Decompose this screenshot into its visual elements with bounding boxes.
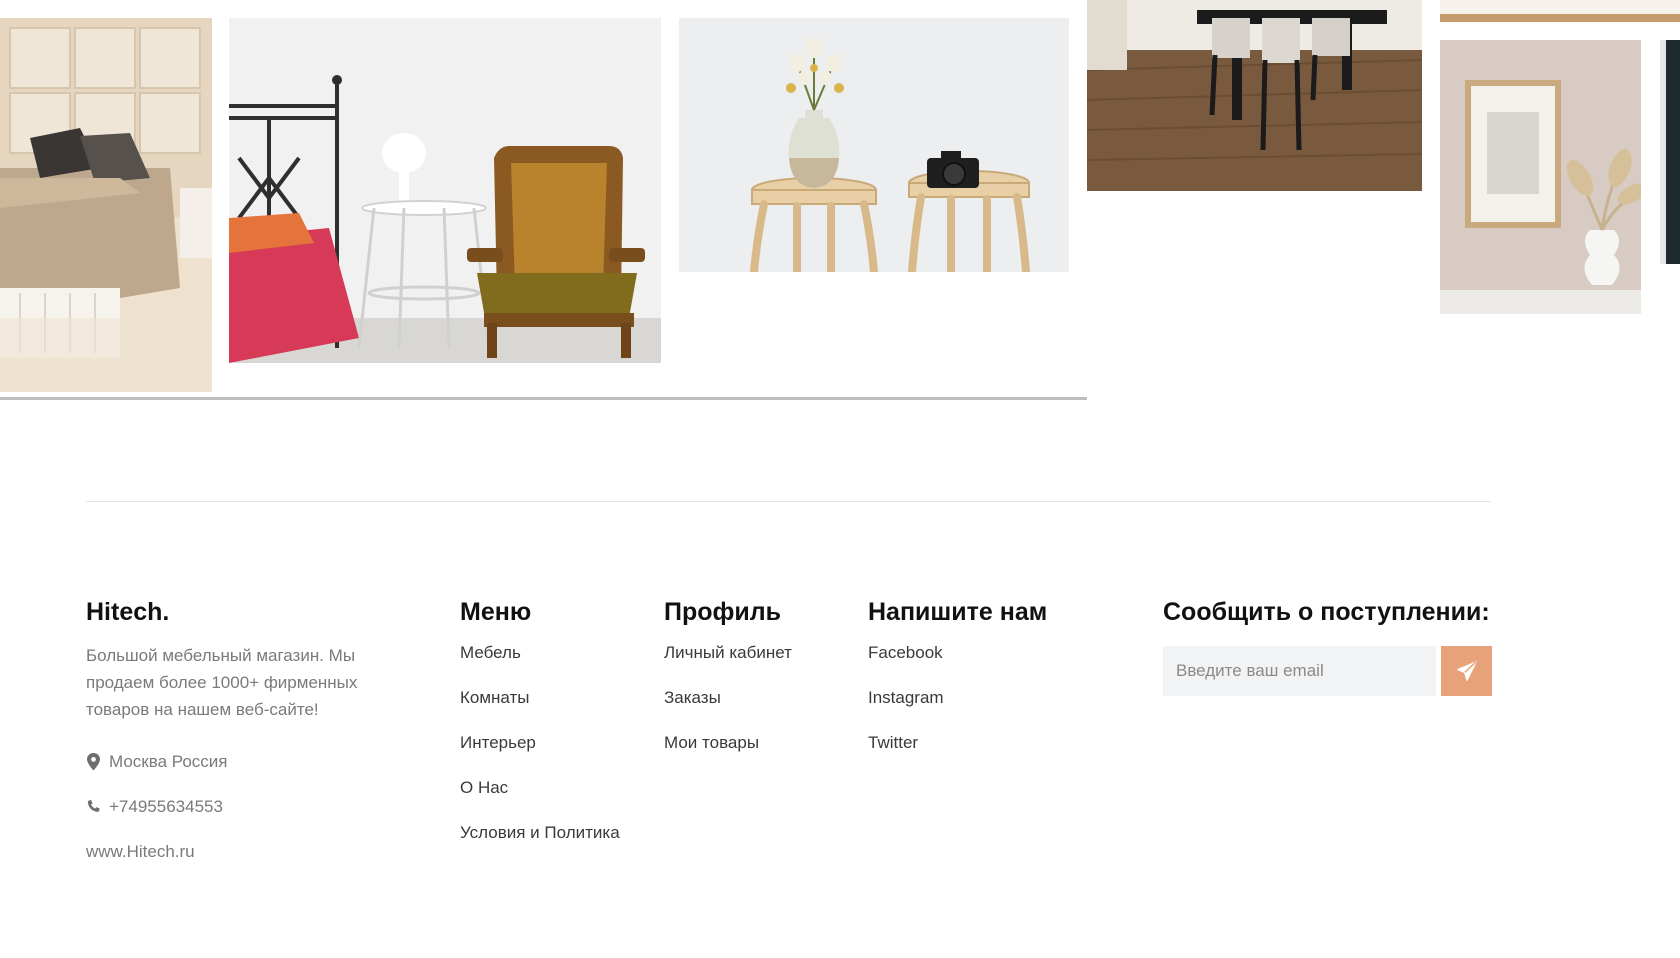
website-link[interactable]: www.Hitech.ru bbox=[86, 842, 195, 862]
website-row[interactable]: www.Hitech.ru bbox=[86, 829, 386, 874]
profile-heading: Профиль bbox=[664, 598, 782, 626]
phone-row[interactable]: +74955634553 bbox=[86, 784, 386, 829]
subscribe-form bbox=[1163, 646, 1493, 696]
menu-link-about[interactable]: О Нас bbox=[460, 777, 660, 822]
armchair-photo[interactable] bbox=[229, 18, 661, 363]
contact-links: Facebook Instagram Twitter bbox=[868, 642, 1128, 777]
contact-link-facebook[interactable]: Facebook bbox=[868, 642, 1128, 687]
map-pin-icon bbox=[87, 752, 100, 770]
menu-link-rooms[interactable]: Комнаты bbox=[460, 687, 660, 732]
gallery-scroll-divider bbox=[0, 397, 1087, 400]
contact-link-twitter[interactable]: Twitter bbox=[868, 732, 1128, 777]
brand-title: Hitech. bbox=[86, 598, 170, 626]
phone-text[interactable]: +74955634553 bbox=[109, 797, 223, 817]
footer-subscribe-column: Сообщить о поступлении: bbox=[1163, 596, 1493, 696]
brand-description: Большой мебельный магазин. Мы продаем бо… bbox=[86, 646, 358, 719]
footer-contact-column: Напишите нам Facebook Instagram Twitter bbox=[868, 596, 1128, 777]
footer-brand-column: Hitech. Большой мебельный магазин. Мы пр… bbox=[86, 596, 386, 874]
photo-edge-strip bbox=[1440, 0, 1680, 22]
stools-photo[interactable] bbox=[679, 18, 1069, 272]
menu-link-interior[interactable]: Интерьер bbox=[460, 732, 660, 777]
profile-link-account[interactable]: Личный кабинет bbox=[664, 642, 864, 687]
frame-photo[interactable] bbox=[1440, 40, 1641, 314]
email-input[interactable] bbox=[1163, 646, 1436, 696]
phone-icon bbox=[87, 799, 100, 812]
contact-link-instagram[interactable]: Instagram bbox=[868, 687, 1128, 732]
dining-photo[interactable] bbox=[1087, 0, 1422, 191]
profile-links: Личный кабинет Заказы Мои товары bbox=[664, 642, 864, 777]
photo-edge-sliver bbox=[1660, 40, 1680, 264]
contact-heading: Напишите нам bbox=[868, 598, 1048, 626]
location-text: Москва Россия bbox=[109, 751, 228, 771]
send-button[interactable] bbox=[1441, 646, 1492, 696]
footer-divider bbox=[86, 501, 1491, 502]
profile-link-orders[interactable]: Заказы bbox=[664, 687, 864, 732]
footer-menu-column: Меню Мебель Комнаты Интерьер О Нас Услов… bbox=[460, 596, 660, 867]
menu-heading: Меню bbox=[460, 598, 532, 626]
paper-plane-icon bbox=[1456, 661, 1477, 681]
location-row: Москва Россия bbox=[86, 739, 386, 784]
menu-link-terms[interactable]: Условия и Политика bbox=[460, 822, 660, 867]
menu-links: Мебель Комнаты Интерьер О Нас Условия и … bbox=[460, 642, 660, 867]
subscribe-heading: Сообщить о поступлении: bbox=[1163, 598, 1490, 626]
bedroom-photo[interactable] bbox=[0, 18, 212, 392]
photo-gallery bbox=[0, 0, 1680, 410]
menu-link-furniture[interactable]: Мебель bbox=[460, 642, 660, 687]
footer-profile-column: Профиль Личный кабинет Заказы Мои товары bbox=[664, 596, 864, 777]
profile-link-my-items[interactable]: Мои товары bbox=[664, 732, 864, 777]
